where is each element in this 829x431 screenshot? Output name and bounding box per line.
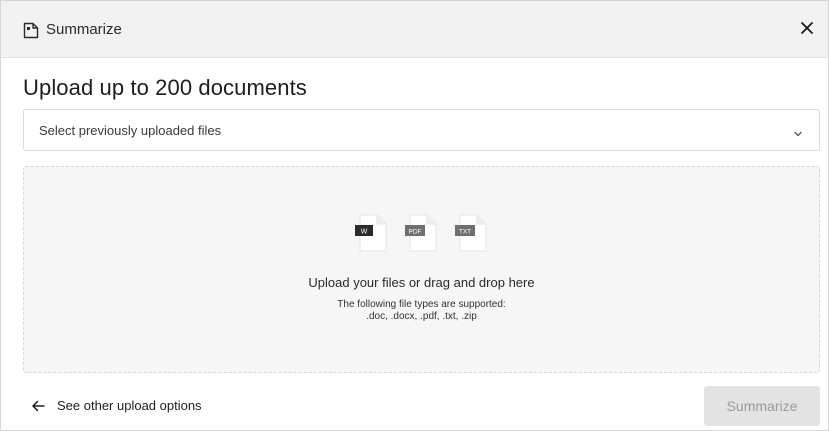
- drag-drop-text: or drag and drop here: [405, 275, 535, 290]
- txt-badge-label: TXT: [459, 229, 471, 236]
- dialog-header: Summarize: [1, 1, 828, 58]
- file-type-icons: W PDF TXT: [354, 214, 494, 254]
- summarize-button[interactable]: Summarize: [704, 386, 820, 426]
- close-button[interactable]: [796, 19, 818, 41]
- txt-file-icon: TXT: [454, 214, 488, 252]
- other-upload-options-link[interactable]: See other upload options: [31, 398, 202, 414]
- upload-instructions: Upload your files or drag and drop here: [24, 275, 819, 291]
- file-dropzone[interactable]: W PDF TXT Upload your files or drag and …: [23, 166, 820, 373]
- word-file-icon: W: [354, 214, 388, 252]
- supported-types: The following file types are supported: …: [24, 299, 819, 323]
- supported-label: The following file types are supported:: [337, 299, 506, 310]
- close-icon: [800, 21, 814, 40]
- pdf-badge-label: PDF: [409, 229, 422, 236]
- previous-files-select[interactable]: Select previously uploaded files: [23, 109, 820, 151]
- chevron-down-icon: [793, 126, 803, 137]
- upload-files-link[interactable]: Upload your files: [308, 275, 405, 290]
- other-upload-options-label: See other upload options: [57, 398, 202, 413]
- summarize-dialog: Summarize Upload up to 200 documents Sel…: [0, 0, 829, 431]
- word-badge-label: W: [361, 229, 368, 236]
- supported-list: .doc, .docx, .pdf, .txt, .zip: [366, 311, 477, 322]
- page-title: Upload up to 200 documents: [23, 75, 307, 100]
- select-placeholder: Select previously uploaded files: [39, 123, 222, 138]
- pdf-file-icon: PDF: [404, 214, 438, 252]
- arrow-left-icon: [31, 399, 45, 413]
- dialog-title: Summarize: [46, 21, 122, 38]
- document-icon: [23, 22, 39, 39]
